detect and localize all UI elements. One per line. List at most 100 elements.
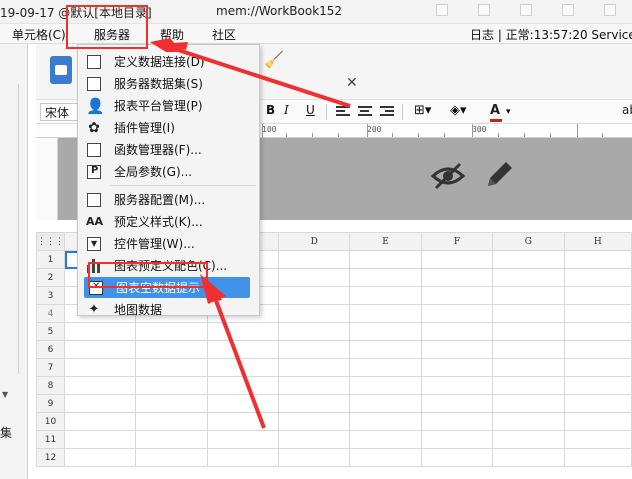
grid-cell[interactable] [63, 394, 137, 413]
grid-cell[interactable] [206, 412, 279, 431]
grid-cell[interactable] [349, 304, 422, 323]
grid-cell[interactable] [420, 394, 494, 413]
column-header[interactable]: D [277, 232, 351, 251]
grid-cell[interactable] [277, 322, 351, 341]
grid-cell[interactable] [492, 358, 565, 377]
grid-cell[interactable] [563, 322, 632, 341]
menu-help[interactable]: 帮助 [160, 26, 184, 43]
grid-cell[interactable] [492, 430, 565, 449]
grid-cell[interactable] [349, 340, 422, 359]
grid-cell[interactable] [420, 268, 494, 287]
row-header[interactable]: 3 [36, 286, 65, 305]
chevron-down-icon[interactable]: ▾ [506, 107, 511, 117]
border-icon[interactable]: ⊞▾ [414, 103, 431, 118]
grid-cell[interactable] [349, 250, 422, 269]
grid-cell[interactable] [206, 448, 279, 467]
format-brush-icon[interactable]: 🧹 [264, 50, 284, 69]
hide-eye-icon[interactable] [430, 158, 466, 194]
window-control-icon[interactable] [562, 4, 574, 16]
grid-cell[interactable] [63, 340, 137, 359]
grid-cell[interactable] [563, 412, 632, 431]
row-header[interactable]: 8 [36, 376, 65, 395]
grid-cell[interactable] [206, 430, 279, 449]
grid-cell[interactable] [277, 340, 351, 359]
grid-cell[interactable] [492, 268, 565, 287]
template-icon[interactable] [50, 56, 72, 84]
grid-cell[interactable] [563, 268, 632, 287]
grid-cell[interactable] [420, 430, 494, 449]
row-header[interactable]: 6 [36, 340, 65, 359]
grid-cell[interactable] [277, 394, 351, 413]
grid-cell[interactable] [492, 412, 565, 431]
menu-item-function-manager[interactable]: 函数管理器(F)... [78, 139, 259, 160]
menu-item-widget-manage[interactable]: ▼ 控件管理(W)... [78, 233, 259, 254]
menu-community[interactable]: 社区 [212, 26, 236, 43]
row-header[interactable]: 2 [36, 268, 65, 287]
grid-cell[interactable] [563, 430, 632, 449]
grid-cell[interactable] [563, 304, 632, 323]
grid-cell[interactable] [349, 412, 422, 431]
close-tab-icon[interactable]: ✕ [346, 75, 358, 91]
grid-cell[interactable] [492, 286, 565, 305]
row-header[interactable]: 9 [36, 394, 65, 413]
grid-cell[interactable] [492, 340, 565, 359]
grid-cell[interactable] [135, 448, 208, 467]
window-control-icon[interactable] [436, 4, 448, 16]
row-header[interactable]: 7 [36, 358, 65, 377]
grid-cell[interactable] [277, 412, 351, 431]
grid-cell[interactable] [63, 448, 137, 467]
grid-cell[interactable] [349, 286, 422, 305]
grid-cell[interactable] [206, 340, 279, 359]
grid-cell[interactable] [349, 358, 422, 377]
grid-cell[interactable] [349, 376, 422, 395]
menu-item-server-dataset[interactable]: 服务器数据集(S) [78, 73, 259, 94]
font-name-select[interactable]: 宋体 [40, 103, 80, 121]
grid-cell[interactable] [206, 358, 279, 377]
grid-cell[interactable] [492, 322, 565, 341]
grid-cell[interactable] [563, 358, 632, 377]
grid-cell[interactable] [420, 340, 494, 359]
grid-cell[interactable] [492, 376, 565, 395]
grid-cell[interactable] [492, 394, 565, 413]
column-header[interactable]: F [420, 232, 494, 251]
window-control-icon[interactable] [520, 4, 532, 16]
grid-cell[interactable] [420, 448, 494, 467]
grid-cell[interactable] [420, 376, 494, 395]
grid-cell[interactable] [63, 322, 137, 341]
grid-cell[interactable] [420, 286, 494, 305]
grid-cell[interactable] [277, 286, 351, 305]
column-header[interactable]: G [492, 232, 565, 251]
grid-cell[interactable] [135, 412, 208, 431]
grid-cell[interactable] [206, 394, 279, 413]
grid-cell[interactable] [63, 412, 137, 431]
menu-item-global-params[interactable]: P 全局参数(G)... [78, 161, 259, 182]
row-header[interactable]: 10 [36, 412, 65, 431]
window-control-icon[interactable] [604, 4, 616, 16]
grid-cell[interactable] [277, 376, 351, 395]
underline-button[interactable]: U [306, 103, 315, 117]
grid-cell[interactable] [349, 394, 422, 413]
italic-button[interactable]: I [284, 103, 289, 117]
row-header[interactable]: 4 [36, 304, 65, 323]
row-header[interactable]: 1 [36, 250, 65, 269]
row-header[interactable]: 11 [36, 430, 65, 449]
grid-cell[interactable] [492, 250, 565, 269]
grid-cell[interactable] [349, 430, 422, 449]
font-color-button[interactable]: A [490, 103, 503, 122]
menu-item-predefined-style[interactable]: AA 预定义样式(K)... [78, 211, 259, 232]
grid-cell[interactable] [63, 376, 137, 395]
menu-item-server-config[interactable]: 服务器配置(M)... [78, 189, 259, 210]
fill-color-icon[interactable]: ◈▾ [450, 103, 467, 118]
grid-cell[interactable] [135, 376, 208, 395]
grid-cell[interactable] [206, 376, 279, 395]
grid-cell[interactable] [277, 448, 351, 467]
grid-cell[interactable] [563, 448, 632, 467]
bold-button[interactable]: B [266, 103, 275, 117]
grid-corner[interactable]: ⋮⋮⋮ [36, 232, 65, 251]
grid-cell[interactable] [420, 412, 494, 431]
grid-cell[interactable] [135, 340, 208, 359]
grid-cell[interactable] [492, 304, 565, 323]
grid-cell[interactable] [63, 358, 137, 377]
more-format-button[interactable]: ab [622, 103, 632, 117]
grid-cell[interactable] [135, 358, 208, 377]
